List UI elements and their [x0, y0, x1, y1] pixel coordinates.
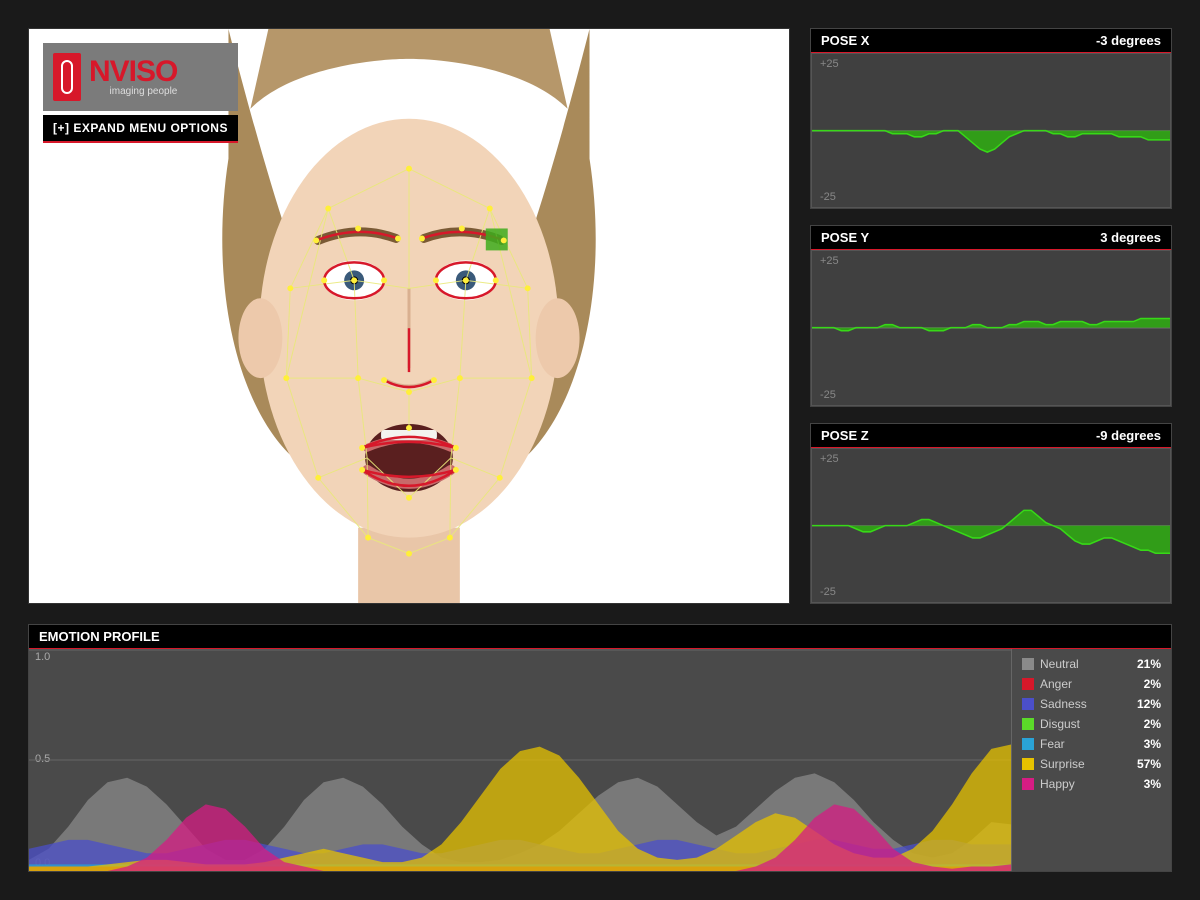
pose-z-value: -9 degrees: [1096, 428, 1161, 443]
legend-swatch-icon: [1022, 738, 1034, 750]
legend-swatch-icon: [1022, 718, 1034, 730]
pose-y-title: POSE Y: [821, 230, 869, 245]
pose-x-panel: POSE X -3 degrees +25 -25: [810, 28, 1172, 209]
brand-name: NVISO: [89, 58, 177, 85]
emotion-profile-title: EMOTION PROFILE: [39, 629, 160, 644]
legend-label: Fear: [1040, 737, 1065, 751]
legend-row-surprise: Surprise 57%: [1022, 755, 1161, 773]
pose-z-chart: +25 -25: [811, 448, 1171, 603]
legend-row-disgust: Disgust 2%: [1022, 715, 1161, 733]
expand-menu-button[interactable]: [+] EXPAND MENU OPTIONS: [43, 115, 238, 143]
legend-row-happy: Happy 3%: [1022, 775, 1161, 793]
pose-y-chart: +25 -25: [811, 250, 1171, 405]
emotion-chart: 1.0 0.5 0.0: [29, 649, 1011, 871]
legend-row-anger: Anger 2%: [1022, 675, 1161, 693]
legend-value: 57%: [1137, 757, 1161, 771]
legend-swatch-icon: [1022, 658, 1034, 670]
brand-tagline: imaging people: [89, 86, 177, 97]
pose-y-value: 3 degrees: [1100, 230, 1161, 245]
legend-value: 2%: [1144, 677, 1161, 691]
legend-label: Disgust: [1040, 717, 1080, 731]
legend-label: Sadness: [1040, 697, 1087, 711]
pose-z-panel: POSE Z -9 degrees +25 -25: [810, 423, 1172, 604]
emotion-legend: Neutral 21% Anger 2% Sadness 12% Disgust 2% Fear…: [1011, 649, 1171, 871]
emotion-profile-panel: EMOTION PROFILE 1.0 0.5 0.0 Neutral 21% An…: [28, 624, 1172, 872]
legend-row-neutral: Neutral 21%: [1022, 655, 1161, 673]
legend-label: Anger: [1040, 677, 1072, 691]
video-panel: NVISO imaging people [+] EXPAND MENU OPT…: [28, 28, 790, 604]
brand-block: NVISO imaging people [+] EXPAND MENU OPT…: [43, 43, 238, 143]
pose-x-value: -3 degrees: [1096, 33, 1161, 48]
legend-row-sadness: Sadness 12%: [1022, 695, 1161, 713]
legend-value: 3%: [1144, 737, 1161, 751]
top-row: NVISO imaging people [+] EXPAND MENU OPT…: [28, 28, 1172, 604]
legend-swatch-icon: [1022, 758, 1034, 770]
pose-x-chart: +25 -25: [811, 53, 1171, 208]
app-root: NVISO imaging people [+] EXPAND MENU OPT…: [0, 0, 1200, 900]
legend-swatch-icon: [1022, 778, 1034, 790]
legend-value: 2%: [1144, 717, 1161, 731]
brand-badge-icon: [53, 53, 81, 101]
pose-column: POSE X -3 degrees +25 -25 POSE Y 3 degre…: [810, 28, 1172, 604]
legend-label: Neutral: [1040, 657, 1079, 671]
pose-z-title: POSE Z: [821, 428, 869, 443]
pose-y-panel: POSE Y 3 degrees +25 -25: [810, 225, 1172, 406]
legend-label: Surprise: [1040, 757, 1085, 771]
legend-value: 3%: [1144, 777, 1161, 791]
legend-swatch-icon: [1022, 678, 1034, 690]
legend-row-fear: Fear 3%: [1022, 735, 1161, 753]
brand-logo: NVISO imaging people: [43, 43, 238, 111]
pose-x-title: POSE X: [821, 33, 869, 48]
legend-value: 21%: [1137, 657, 1161, 671]
bottom-row: EMOTION PROFILE 1.0 0.5 0.0 Neutral 21% An…: [28, 624, 1172, 872]
legend-swatch-icon: [1022, 698, 1034, 710]
legend-label: Happy: [1040, 777, 1075, 791]
legend-value: 12%: [1137, 697, 1161, 711]
